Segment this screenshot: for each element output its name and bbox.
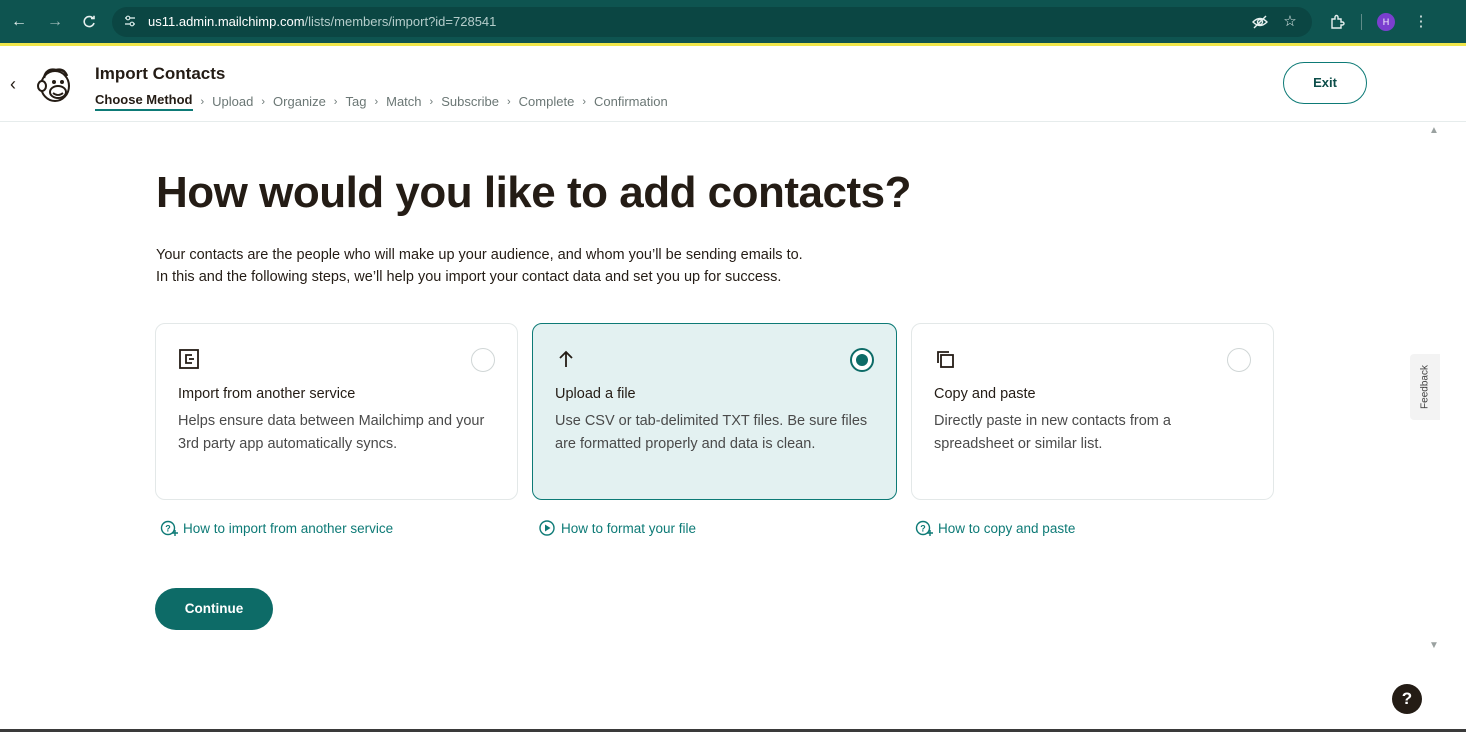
reload-icon[interactable] [78, 11, 100, 33]
eye-off-icon[interactable] [1249, 11, 1271, 33]
url-text: us11.admin.mailchimp.com/lists/members/i… [148, 14, 496, 30]
help-link-label: How to copy and paste [938, 520, 1076, 536]
exit-button[interactable]: Exit [1283, 62, 1367, 104]
svg-text:?: ? [165, 524, 171, 534]
chevron-right-icon: › [374, 95, 379, 108]
copy-icon [934, 348, 956, 370]
help-link-format-file[interactable]: How to format your file [538, 519, 696, 537]
import-header: ‹ Import Contacts Choose Method › Upload… [0, 46, 1466, 122]
help-sparkle-icon: ? [160, 519, 178, 537]
radio-copy-paste[interactable] [1227, 348, 1251, 372]
continue-button[interactable]: Continue [155, 588, 273, 630]
option-title: Import from another service [178, 386, 356, 402]
help-link-import-service[interactable]: ? How to import from another service [160, 519, 393, 537]
chevron-right-icon: › [582, 95, 586, 108]
help-link-label: How to format your file [561, 520, 697, 536]
feedback-label: Feedback [1419, 365, 1431, 409]
intro-description: Your contacts are the people who will ma… [156, 244, 803, 288]
radio-import-service[interactable] [471, 348, 495, 372]
chevron-right-icon: › [333, 95, 338, 108]
browser-toolbar: ← → us11.admin.mailchimp.com/lists/membe… [0, 0, 1466, 46]
back-chevron-icon[interactable]: ‹ [10, 74, 24, 94]
option-title: Copy and paste [934, 386, 1036, 402]
step-choose-method[interactable]: Choose Method [95, 92, 193, 111]
step-subscribe: Subscribe [441, 94, 499, 109]
extensions-icon[interactable] [1326, 11, 1348, 33]
profile-avatar[interactable]: H [1377, 13, 1395, 31]
chevron-right-icon: › [261, 95, 266, 108]
step-confirmation: Confirmation [593, 94, 668, 109]
svg-text:?: ? [920, 524, 926, 534]
import-service-icon [178, 348, 200, 370]
step-organize: Organize [273, 94, 326, 109]
url-path: /lists/members/import?id=728541 [304, 14, 497, 29]
feedback-tab[interactable]: Feedback [1410, 354, 1440, 420]
description-line-1: Your contacts are the people who will ma… [156, 247, 803, 263]
main-heading: How would you like to add contacts? [156, 168, 912, 217]
help-link-copy-paste[interactable]: ? How to copy and paste [915, 519, 1075, 537]
kebab-menu-icon[interactable]: ⋮ [1410, 11, 1432, 33]
play-circle-icon [538, 519, 556, 537]
help-question-button[interactable]: ? [1392, 684, 1422, 714]
option-title: Upload a file [555, 386, 636, 402]
option-card-copy-paste[interactable]: Copy and paste Directly paste in new con… [911, 323, 1274, 500]
step-upload: Upload [212, 94, 254, 109]
star-icon[interactable]: ☆ [1279, 11, 1301, 33]
address-bar[interactable]: us11.admin.mailchimp.com/lists/members/i… [112, 7, 1312, 37]
url-host: us11.admin.mailchimp.com [148, 14, 305, 29]
import-steps-breadcrumb: Choose Method › Upload › Organize › Tag … [95, 92, 668, 111]
description-line-2: In this and the following steps, we’ll h… [156, 269, 782, 285]
option-description: Use CSV or tab-delimited TXT files. Be s… [555, 413, 868, 452]
forward-arrow-icon[interactable]: → [44, 11, 66, 33]
back-arrow-icon[interactable]: ← [8, 11, 30, 33]
help-sparkle-icon: ? [915, 519, 933, 537]
chevron-right-icon: › [200, 95, 205, 108]
site-settings-icon[interactable] [122, 14, 138, 30]
help-link-label: How to import from another service [183, 520, 394, 536]
chevron-right-icon: › [507, 95, 511, 108]
page-title: Import Contacts [95, 64, 226, 83]
option-description: Directly paste in new contacts from a sp… [934, 413, 1171, 452]
mailchimp-logo[interactable] [34, 64, 74, 104]
radio-upload-file[interactable] [850, 348, 874, 372]
step-complete: Complete [518, 94, 575, 109]
toolbar-divider [1361, 14, 1362, 30]
step-match: Match [386, 94, 422, 109]
option-description: Helps ensure data between Mailchimp and … [178, 413, 485, 452]
scroll-down-arrow-icon[interactable]: ▼ [1429, 640, 1439, 651]
scroll-up-arrow-icon[interactable]: ▲ [1429, 125, 1439, 136]
option-card-upload-file[interactable]: Upload a file Use CSV or tab-delimited T… [532, 323, 897, 500]
chevron-right-icon: › [429, 95, 434, 108]
step-tag: Tag [345, 94, 367, 109]
upload-arrow-icon [555, 348, 577, 370]
option-card-import-service[interactable]: Import from another service Helps ensure… [155, 323, 518, 500]
